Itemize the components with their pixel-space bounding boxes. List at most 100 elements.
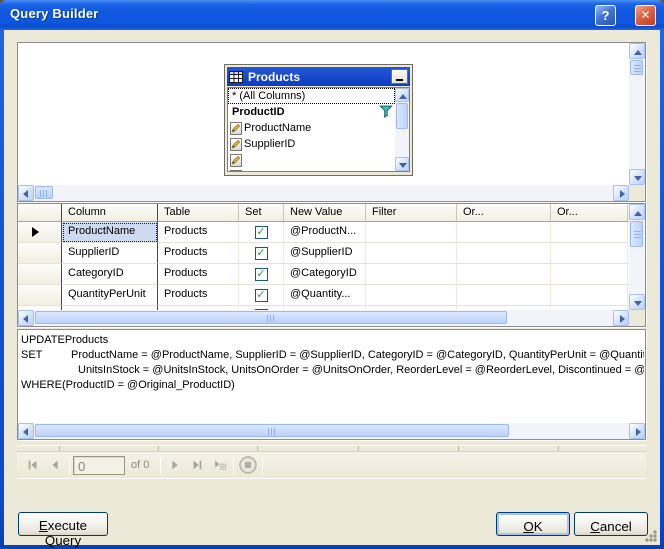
cell-or1[interactable] [457,243,551,264]
scroll-right-button[interactable] [629,423,645,439]
scrollbar-thumb[interactable] [35,424,509,437]
stop-icon [238,455,258,475]
scroll-down-button[interactable] [395,157,409,171]
grid-horizontal-scrollbar[interactable] [18,310,629,326]
cell-or2[interactable] [551,264,628,285]
cell-set[interactable]: ✓ [239,285,284,306]
diagram-pane[interactable]: Products * (All Columns) ProductID [17,42,646,202]
cell-or1[interactable] [457,264,551,285]
grid-header-column[interactable]: Column [62,204,158,222]
cell-column[interactable]: CategoryID [62,264,158,285]
cancel-query-button[interactable] [237,455,259,475]
checkbox-checked[interactable]: ✓ [255,268,268,281]
cell-or1[interactable] [457,222,551,243]
cell-filter[interactable] [366,285,457,306]
grid-header-set[interactable]: Set [239,204,284,222]
diagram-vertical-scrollbar[interactable] [629,43,645,185]
cell-new-value[interactable]: @Quantity... [284,285,366,306]
scrollbar-thumb[interactable] [396,103,408,129]
cell-new-value[interactable]: @CategoryID [284,264,366,285]
cell-column[interactable]: QuantityPerUnit [62,285,158,306]
products-list-scrollbar[interactable] [395,88,409,171]
checkbox-checked[interactable]: ✓ [255,247,268,260]
scroll-up-button[interactable] [629,204,645,220]
cell-or2[interactable] [551,222,628,243]
scroll-up-button[interactable] [395,88,409,102]
cell-set[interactable]: ✓ [239,264,284,285]
grid-header-or1[interactable]: Or... [457,204,551,222]
sql-horizontal-scrollbar[interactable] [18,423,645,439]
grid-row-supplierid: SupplierID Products ✓ @SupplierID [18,243,629,264]
scroll-left-button[interactable] [18,423,34,439]
column-item-productname[interactable]: ProductName [228,120,395,136]
scroll-down-button[interactable] [629,169,645,185]
scrollbar-thumb[interactable] [630,221,643,247]
row-selector[interactable] [18,222,62,243]
close-button[interactable]: ✕ [635,5,656,26]
cell-filter[interactable] [366,222,457,243]
scroll-left-button[interactable] [18,310,34,326]
sql-text[interactable]: UPDATE Products SET ProductName = @Produ… [18,333,644,423]
cell-column[interactable]: ProductName [62,222,158,243]
column-item-categoryid[interactable] [228,152,395,168]
column-item-partial[interactable] [228,168,395,172]
execute-query-button[interactable]: Execute Query [18,512,108,536]
cell-filter[interactable] [366,243,457,264]
cell-filter[interactable] [366,264,457,285]
cell-or2[interactable] [551,285,628,306]
cell-table[interactable]: Products [158,222,239,243]
move-new-row-button[interactable] [208,455,230,475]
grid-header-or2[interactable]: Or... [551,204,628,222]
cell-table[interactable]: Products [158,243,239,264]
record-position-input[interactable] [73,456,125,475]
move-last-icon [190,458,204,472]
ok-button[interactable]: OK [496,512,570,536]
scroll-down-button[interactable] [629,294,645,310]
grid-header-new-value[interactable]: New Value [284,204,366,222]
cell-set[interactable]: ✓ [239,222,284,243]
checkbox-checked[interactable]: ✓ [255,289,268,302]
move-first-button[interactable] [22,455,44,475]
products-table-panel[interactable]: Products * (All Columns) ProductID [224,64,413,176]
cell-or1[interactable] [457,285,551,306]
cell-table[interactable]: Products [158,264,239,285]
column-item-productid[interactable]: ProductID [228,104,395,120]
help-button[interactable]: ? [595,5,616,26]
separator [69,457,70,474]
move-last-button[interactable] [186,455,208,475]
cell-new-value[interactable]: @ProductN... [284,222,366,243]
row-selector[interactable] [18,243,62,264]
scroll-right-button[interactable] [613,310,629,326]
products-panel-header[interactable]: Products [227,67,410,86]
cancel-button[interactable]: Cancel [574,512,648,536]
grid-header-filter[interactable]: Filter [366,204,457,222]
checkbox-checked[interactable]: ✓ [255,226,268,239]
cell-table[interactable]: Products [158,285,239,306]
criteria-grid-pane[interactable]: Column Table Set New Value Filter Or... … [17,203,646,327]
sql-line-update: UPDATE Products [18,333,644,348]
title-bar[interactable]: Query Builder ? ✕ [0,0,664,30]
scrollbar-thumb[interactable] [35,311,507,324]
sql-pane[interactable]: UPDATE Products SET ProductName = @Produ… [17,329,646,440]
cell-column[interactable]: SupplierID [62,243,158,264]
row-selector[interactable] [18,264,62,285]
scrollbar-thumb[interactable] [630,60,643,75]
panel-minimize-button[interactable] [391,69,408,84]
grid-vertical-scrollbar[interactable] [629,204,645,310]
cell-or2[interactable] [551,243,628,264]
scroll-left-button[interactable] [18,185,34,201]
cell-new-value[interactable]: @SupplierID [284,243,366,264]
resize-grip[interactable] [645,530,658,543]
move-previous-icon [48,458,62,472]
column-item-supplierid[interactable]: SupplierID [228,136,395,152]
move-next-button[interactable] [164,455,186,475]
scrollbar-thumb[interactable] [35,186,53,199]
cell-set[interactable]: ✓ [239,243,284,264]
scroll-right-button[interactable] [613,185,629,201]
move-previous-button[interactable] [44,455,66,475]
grid-header-table[interactable]: Table [158,204,239,222]
row-selector[interactable] [18,285,62,306]
scroll-up-button[interactable] [629,43,645,59]
column-item-all-columns[interactable]: * (All Columns) [228,88,395,104]
diagram-horizontal-scrollbar[interactable] [18,185,629,201]
